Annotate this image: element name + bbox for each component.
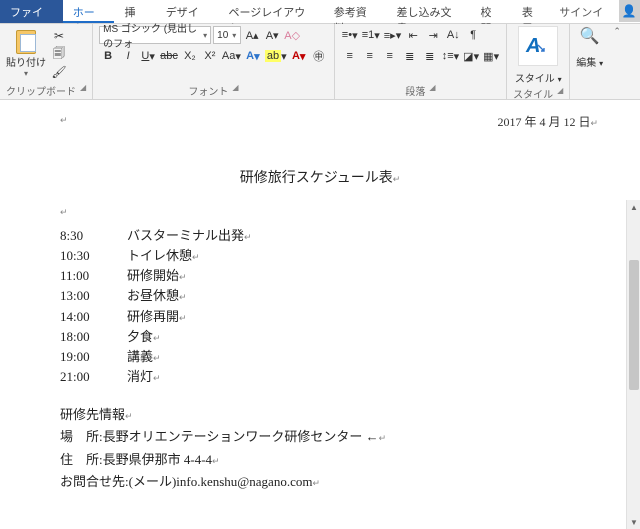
- group-clipboard: 貼り付け ▾ ✂ 🗐 🖌 クリップボード ◢: [0, 24, 93, 99]
- show-marks-button[interactable]: ¶: [464, 26, 482, 44]
- bold-button[interactable]: B: [99, 47, 117, 65]
- vertical-scrollbar[interactable]: ▲ ▼: [626, 200, 640, 529]
- group-paragraph-label: 段落: [405, 83, 425, 98]
- text-effect-button[interactable]: A▾: [244, 47, 262, 65]
- place-label: 場 所:: [60, 429, 103, 444]
- collapse-ribbon-icon[interactable]: ⌃: [613, 26, 621, 37]
- italic-button[interactable]: I: [119, 47, 137, 65]
- font-size-select[interactable]: 10▾: [213, 26, 241, 44]
- user-avatar[interactable]: 👤: [619, 0, 640, 22]
- group-paragraph: ≡•▾ ≡1▾ ≡▸▾ ⇤ ⇥ A↓ ¶ ≡ ≡ ≡ ≣ ≣ ↕≡▾ ◪▾ ▦▾: [335, 24, 507, 99]
- sort-button[interactable]: A↓: [444, 26, 462, 44]
- strike-button[interactable]: abc: [159, 47, 179, 65]
- underline-button[interactable]: U▾: [139, 47, 157, 65]
- paste-dropdown[interactable]: ▾: [24, 69, 28, 78]
- tab-view[interactable]: 表示: [512, 0, 553, 23]
- tab-page-layout[interactable]: ページレイアウト: [219, 0, 324, 23]
- bullets-button[interactable]: ≡•▾: [341, 26, 359, 44]
- group-styles: A スタイル ▾ スタイル ◢: [507, 24, 570, 99]
- multilevel-button[interactable]: ≡▸▾: [383, 26, 402, 44]
- clear-format-icon[interactable]: A◇: [283, 26, 301, 44]
- schedule-row: 14:00 研修再開↵: [60, 308, 580, 326]
- doc-title: 研修旅行スケジュール表: [240, 171, 393, 186]
- schedule-row: 13:00 お昼休憩↵: [60, 287, 580, 305]
- decrease-indent-button[interactable]: ⇤: [404, 26, 422, 44]
- highlight-button[interactable]: ab▾: [264, 47, 288, 65]
- doc-date: 2017 年 4 月 12 日: [497, 115, 590, 129]
- find-icon[interactable]: 🔍: [580, 26, 600, 46]
- group-styles-label: スタイル: [513, 86, 553, 101]
- change-case-button[interactable]: Aa▾: [221, 47, 242, 65]
- ribbon: 貼り付け ▾ ✂ 🗐 🖌 クリップボード ◢ MS ゴシック (見出しのフォ▾ 1…: [0, 24, 640, 100]
- paste-icon[interactable]: [13, 26, 39, 54]
- line-spacing-button[interactable]: ↕≡▾: [441, 47, 460, 65]
- signin-link[interactable]: サインイン: [553, 0, 618, 23]
- addr-label: 住 所:: [60, 452, 103, 467]
- schedule-row: 19:00 講義↵: [60, 348, 580, 366]
- shading-button[interactable]: ◪▾: [462, 47, 480, 65]
- paste-button[interactable]: 貼り付け: [6, 54, 46, 69]
- styles-gallery-icon[interactable]: A: [518, 26, 558, 66]
- addr-value: 長野県伊那市 4-4-4: [103, 452, 212, 467]
- distribute-button[interactable]: ≣: [421, 47, 439, 65]
- tab-file[interactable]: ファイル: [0, 0, 63, 23]
- editing-button[interactable]: 編集 ▾: [576, 54, 603, 69]
- schedule-list: 8:30 バスターミナル出発↵ 10:30 トイレ休憩↵ 11:00 研修開始↵ 13…: [60, 227, 580, 387]
- schedule-row: 21:00 消灯↵: [60, 368, 580, 386]
- tab-mailings[interactable]: 差し込み文書: [386, 0, 470, 23]
- align-center-button[interactable]: ≡: [361, 47, 379, 65]
- font-family-select[interactable]: MS ゴシック (見出しのフォ▾: [99, 26, 211, 44]
- styles-button[interactable]: スタイル ▾: [515, 70, 562, 85]
- copy-icon[interactable]: 🗐: [50, 46, 68, 62]
- align-left-button[interactable]: ≡: [341, 47, 359, 65]
- document-page[interactable]: 2017 年 4 月 12 日↵ ↵ 研修旅行スケジュール表↵ ↵ 8:30 バ…: [0, 100, 640, 529]
- info-section: 研修先情報↵ 場 所:長野オリエンテーションワーク研修センター ←↵ 住 所:長…: [60, 406, 580, 491]
- shrink-font-icon[interactable]: A▾: [263, 26, 281, 44]
- info-heading: 研修先情報: [60, 407, 125, 422]
- group-editing: 🔍 編集 ▾: [570, 24, 609, 99]
- scroll-up-icon[interactable]: ▲: [627, 200, 640, 214]
- increase-indent-button[interactable]: ⇥: [424, 26, 442, 44]
- user-icon: 👤: [622, 4, 637, 18]
- font-color-button[interactable]: A▾: [290, 47, 308, 65]
- schedule-row: 18:00 夕食↵: [60, 328, 580, 346]
- group-font: MS ゴシック (見出しのフォ▾ 10▾ A▴ A▾ A◇ B I U▾ abc…: [93, 24, 335, 99]
- styles-dialog-icon[interactable]: ◢: [557, 86, 563, 101]
- superscript-button[interactable]: X²: [201, 47, 219, 65]
- schedule-row: 11:00 研修開始↵: [60, 267, 580, 285]
- align-right-button[interactable]: ≡: [381, 47, 399, 65]
- borders-button[interactable]: ▦▾: [482, 47, 500, 65]
- document-canvas: 2017 年 4 月 12 日↵ ↵ 研修旅行スケジュール表↵ ↵ 8:30 バ…: [0, 100, 640, 529]
- contact-label: お問合せ先:: [60, 474, 129, 489]
- font-dialog-icon[interactable]: ◢: [232, 83, 238, 98]
- enclose-char-button[interactable]: ㊥: [310, 47, 328, 65]
- scroll-down-icon[interactable]: ▼: [627, 515, 640, 529]
- group-clipboard-label: クリップボード: [6, 83, 76, 98]
- cut-icon[interactable]: ✂: [50, 28, 68, 44]
- group-font-label: フォント: [188, 83, 228, 98]
- subscript-button[interactable]: X₂: [181, 47, 199, 65]
- place-value: 長野オリエンテーションワーク研修センター ←: [103, 429, 379, 444]
- numbering-button[interactable]: ≡1▾: [361, 26, 381, 44]
- ribbon-tabbar: ファイル ホーム 挿入 デザイン ページレイアウト 参考資料 差し込み文書 校閲…: [0, 0, 640, 24]
- tab-references[interactable]: 参考資料: [324, 0, 387, 23]
- schedule-row: 10:30 トイレ休憩↵: [60, 247, 580, 265]
- tab-review[interactable]: 校閲: [471, 0, 512, 23]
- paragraph-dialog-icon[interactable]: ◢: [429, 83, 435, 98]
- scroll-thumb[interactable]: [629, 260, 639, 390]
- contact-value: (メール)info.kenshu@nagano.com: [129, 474, 313, 489]
- grow-font-icon[interactable]: A▴: [243, 26, 261, 44]
- schedule-row: 8:30 バスターミナル出発↵: [60, 227, 580, 245]
- clipboard-dialog-icon[interactable]: ◢: [80, 83, 86, 98]
- format-painter-icon[interactable]: 🖌: [50, 64, 68, 80]
- justify-button[interactable]: ≣: [401, 47, 419, 65]
